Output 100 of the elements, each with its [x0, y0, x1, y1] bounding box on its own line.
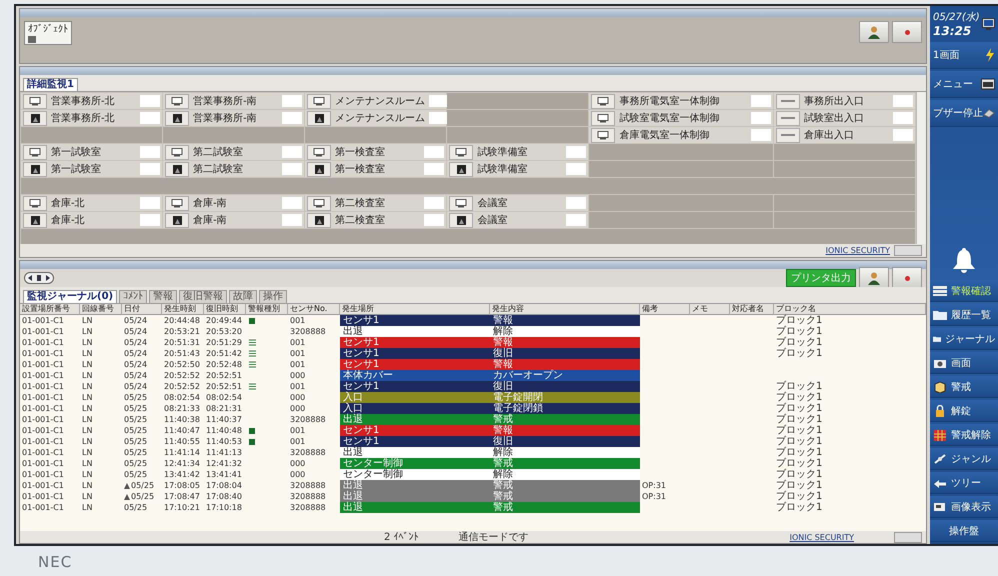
sidebar-button[interactable]: 解錠 — [930, 400, 998, 422]
alarm-button[interactable] — [892, 21, 922, 43]
sidebar-button[interactable]: ジャーナル — [930, 328, 998, 350]
column-header[interactable]: 回線番号 — [80, 304, 122, 315]
user-button[interactable] — [859, 267, 889, 289]
table-cell: 05/24 — [124, 316, 148, 326]
device-cell[interactable]: 営業事務所-南 — [163, 110, 304, 126]
table-cell-text: 20:51:31 — [163, 338, 201, 348]
table-cell: OP:31 — [642, 480, 666, 490]
sidebar-button[interactable]: 画面 — [930, 352, 998, 374]
column-header[interactable]: 対応者名 — [730, 304, 774, 315]
tab[interactable]: 操作 — [259, 290, 288, 303]
device-cell[interactable]: 第一試験室 — [21, 161, 162, 177]
column-header[interactable]: 発生内容 — [490, 304, 640, 315]
device-label: 会議室 — [477, 196, 508, 210]
device-cell[interactable]: 第一試験室 — [21, 144, 162, 160]
column-header[interactable]: 復旧時刻 — [204, 304, 246, 315]
status-box — [566, 146, 586, 158]
event-content-cell: 復旧 — [490, 348, 640, 359]
event-place-cell: 出退 — [340, 502, 490, 513]
device-cell[interactable]: 会議室 — [447, 212, 588, 228]
device-cell[interactable]: 事務所出入口 — [774, 93, 915, 109]
device-cell[interactable]: 倉庫-北 — [21, 212, 162, 228]
object-widget[interactable]: ｵﾌﾞｼﾞｪｸﾄ — [24, 21, 72, 45]
table-cell-text: LN — [81, 392, 94, 402]
column-header[interactable]: 日付 — [122, 304, 162, 315]
table-cell-text: 17:08:47 — [163, 492, 201, 502]
device-cell[interactable]: 第二試験室 — [163, 144, 304, 160]
column-header[interactable]: ブロック名 — [774, 304, 926, 315]
brand-link[interactable]: IONIC SECURITY — [790, 532, 854, 542]
device-cell[interactable]: 第二試験室 — [163, 161, 304, 177]
sidebar-button[interactable]: 1画面 — [930, 42, 998, 69]
column-header[interactable]: 発生時刻 — [162, 304, 204, 315]
tab[interactable]: 監視ジャーナル(0) — [23, 290, 118, 303]
column-header[interactable]: 発生場所 — [340, 304, 490, 315]
device-cell[interactable]: 試験室電気室一体制御 — [589, 110, 773, 126]
table-cell: 05/25 — [124, 448, 148, 458]
user-button[interactable] — [859, 21, 889, 43]
tab[interactable]: 故障 — [229, 290, 258, 303]
table-cell-text: 11:40:47 — [163, 426, 201, 436]
device-cell[interactable]: メンテナンスルーム — [305, 110, 446, 126]
column-header[interactable]: メモ — [690, 304, 730, 315]
sidebar-button[interactable]: 警戒解除 — [930, 424, 998, 446]
navigation-control[interactable] — [24, 272, 54, 284]
device-cell[interactable]: 会議室 — [447, 195, 588, 211]
device-cell[interactable]: 第一検査室 — [305, 144, 446, 160]
column-header[interactable]: 警報種別 — [246, 304, 288, 315]
device-cell[interactable]: 第二検査室 — [305, 212, 446, 228]
tab[interactable]: ｺﾒﾝﾄ — [119, 290, 148, 303]
device-cell[interactable]: 試験室出入口 — [774, 110, 915, 126]
device-cell[interactable]: 営業事務所-北 — [21, 110, 162, 126]
table-cell: 05/24 — [124, 360, 148, 370]
status-box — [750, 95, 771, 107]
sidebar-button[interactable]: ツリー — [930, 472, 998, 494]
device-cell[interactable]: 第一検査室 — [305, 161, 446, 177]
device-cell[interactable]: 倉庫-南 — [163, 212, 304, 228]
table-cell-text: 12:41:34 — [163, 458, 201, 468]
status-box — [566, 163, 586, 175]
sidebar-button[interactable]: ジャンル — [930, 448, 998, 470]
device-cell[interactable]: 倉庫電気室一体制御 — [589, 127, 773, 143]
table-cell-text: LN — [81, 348, 94, 358]
column-header[interactable]: センサNo. — [288, 304, 340, 315]
sidebar-button[interactable]: 履歴一覧 — [930, 304, 998, 326]
device-cell[interactable]: 営業事務所-南 — [163, 93, 304, 109]
status-box — [140, 146, 160, 158]
device-cell[interactable]: 試験準備室 — [447, 161, 588, 177]
alarm-button[interactable] — [892, 267, 922, 289]
device-cell[interactable]: 試験準備室 — [447, 144, 588, 160]
device-cell[interactable]: 倉庫出入口 — [774, 127, 915, 143]
table-cell: 05/24 — [124, 370, 148, 380]
column-header[interactable]: 設置場所番号 — [20, 304, 80, 315]
bell-icon[interactable] — [953, 248, 975, 274]
table-cell: 05/25 — [124, 426, 148, 436]
brand-link[interactable]: IONIC SECURITY — [826, 246, 890, 255]
sidebar-button[interactable]: 警報確認 — [930, 280, 998, 302]
sidebar-button[interactable]: 警戒 — [930, 376, 998, 398]
column-header[interactable]: 備考 — [640, 304, 690, 315]
table-cell-text: 20:52:51 — [205, 382, 243, 392]
sidebar-button[interactable]: ブザー停止 — [930, 100, 998, 127]
device-cell[interactable]: 第二検査室 — [305, 195, 446, 211]
table-cell-text: 01-001-C1 — [21, 414, 65, 424]
sidebar-button[interactable]: 画像表示 — [930, 496, 998, 518]
sidebar-button[interactable]: メニュー — [930, 71, 998, 98]
device-cell[interactable]: 倉庫-南 — [163, 195, 304, 211]
tab[interactable]: 詳細監視1 — [23, 78, 78, 91]
device-cell[interactable]: 事務所電気室一体制御 — [589, 93, 773, 109]
table-cell: 05/25 — [124, 458, 148, 468]
status-box — [282, 197, 302, 209]
event-content-cell: 復旧 — [490, 381, 640, 392]
device-cell[interactable]: 倉庫-北 — [21, 195, 162, 211]
tab[interactable]: 復旧警報 — [179, 290, 228, 303]
event-place-cell: センター制御 — [340, 458, 490, 469]
scrollbar[interactable] — [916, 92, 926, 244]
device-cell[interactable]: 営業事務所-北 — [21, 93, 162, 109]
device-icon — [28, 36, 36, 43]
table-cell: ブロック1 — [776, 414, 822, 425]
sidebar-button[interactable]: 操作盤 — [930, 520, 998, 542]
device-cell[interactable]: メンテナンスルーム — [305, 93, 446, 109]
tab[interactable]: 警報 — [149, 290, 178, 303]
table-cell-text: 001 — [289, 436, 306, 446]
